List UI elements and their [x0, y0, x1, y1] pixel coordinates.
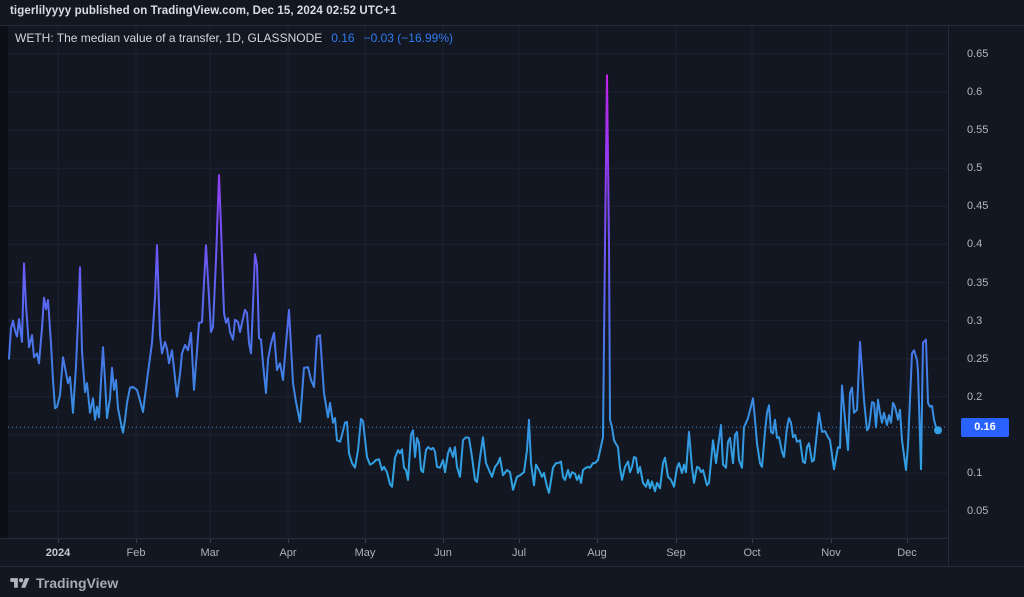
- time-tick-mark: [831, 539, 832, 543]
- price-tick-label: 0.55: [967, 124, 988, 136]
- tradingview-brand-text: TradingView: [36, 575, 118, 591]
- series-title: WETH: The median value of a transfer, 1D…: [15, 31, 322, 45]
- last-point-marker: [934, 426, 942, 434]
- series-last-value: 0.16: [331, 31, 354, 45]
- left-gutter: [0, 26, 8, 566]
- price-tick-label: 0.05: [967, 505, 988, 517]
- price-tick-label: 0.2: [967, 391, 982, 403]
- time-tick-label: Mar: [201, 547, 220, 559]
- tradingview-snapshot: tigerlilyyyy published on TradingView.co…: [0, 0, 1024, 597]
- price-tick-label: 0.65: [967, 48, 988, 60]
- price-tick-label: 0.5: [967, 162, 982, 174]
- price-tick-label: 0.3: [967, 315, 982, 327]
- time-tick-label: Sep: [666, 547, 686, 559]
- time-tick-mark: [443, 539, 444, 543]
- price-tick-label: 0.4: [967, 238, 982, 250]
- price-tick-label: 0.45: [967, 200, 988, 212]
- time-tick-label: Feb: [127, 547, 146, 559]
- time-tick-mark: [597, 539, 598, 543]
- time-tick-mark: [210, 539, 211, 543]
- time-tick-label: Nov: [821, 547, 841, 559]
- time-tick-label: Dec: [897, 547, 917, 559]
- price-tick-label: 0.35: [967, 277, 988, 289]
- footer-bar: TradingView: [0, 566, 1024, 597]
- time-tick-mark: [365, 539, 366, 543]
- time-tick-label: May: [355, 547, 376, 559]
- series-legend[interactable]: WETH: The median value of a transfer, 1D…: [15, 31, 453, 45]
- time-tick-mark: [58, 539, 59, 543]
- current-price-badge: 0.16: [961, 418, 1009, 437]
- time-tick-label: Jul: [512, 547, 526, 559]
- time-tick-label: 2024: [46, 547, 70, 559]
- price-tick-label: 0.6: [967, 86, 982, 98]
- time-tick-mark: [519, 539, 520, 543]
- series-change: −0.03 (−16.99%): [364, 31, 453, 45]
- price-tick-label: 0.1: [967, 467, 982, 479]
- price-scale[interactable]: 0.16 0.65 0.6 0.55 0.5 0.45 0.4 0.35 0.3 0.25 0.2…: [948, 26, 1024, 566]
- tradingview-17-mark-icon: [10, 576, 30, 591]
- time-tick-mark: [136, 539, 137, 543]
- series-line: [9, 75, 938, 493]
- time-tick-mark: [752, 539, 753, 543]
- time-tick-mark: [907, 539, 908, 543]
- time-tick-label: Oct: [743, 547, 760, 559]
- time-tick-label: Aug: [587, 547, 607, 559]
- time-tick-label: Apr: [279, 547, 296, 559]
- time-tick-mark: [288, 539, 289, 543]
- price-tick-label: 0.25: [967, 353, 988, 365]
- time-scale[interactable]: 2024 Feb Mar Apr May Jun Jul Aug Sep Oct Nov Dec: [0, 538, 948, 566]
- chart-pane[interactable]: [0, 0, 1024, 597]
- time-tick-label: Jun: [434, 547, 452, 559]
- tradingview-logo-link[interactable]: TradingView: [10, 575, 118, 591]
- time-tick-mark: [676, 539, 677, 543]
